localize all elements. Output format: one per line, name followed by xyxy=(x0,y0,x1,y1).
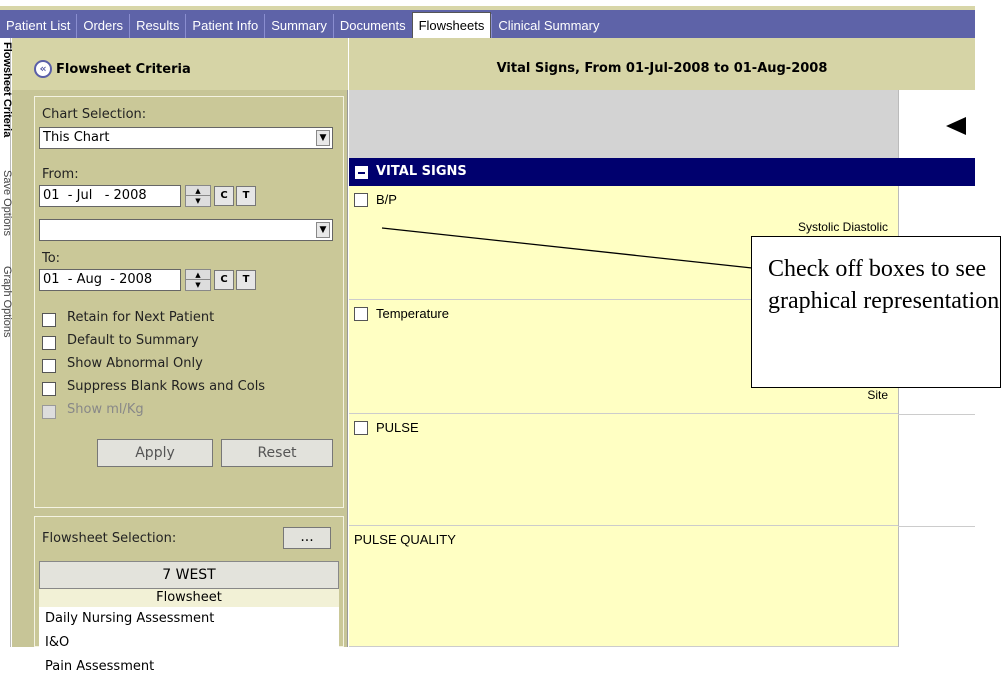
flowsheet-column-header-area xyxy=(349,90,898,158)
show-ml-kg-label: Show ml/Kg xyxy=(67,402,144,417)
flowsheet-selection-box: Flowsheet Selection: ... 7 WEST Flowshee… xyxy=(34,516,344,674)
dropdown-arrow-icon[interactable]: ▼ xyxy=(316,130,330,146)
to-c-button[interactable]: C xyxy=(214,270,234,290)
tab-orders[interactable]: Orders xyxy=(76,14,129,38)
divider xyxy=(898,414,975,415)
annotation-callout: Check off boxes to see graphical represe… xyxy=(751,236,1001,388)
tab-documents[interactable]: Documents xyxy=(332,14,412,38)
to-date-field[interactable]: 01 - Aug - 2008 xyxy=(39,269,181,291)
to-label: To: xyxy=(42,251,61,266)
from-t-button[interactable]: T xyxy=(236,186,256,206)
collapse-section-icon[interactable] xyxy=(355,166,368,179)
row-label-pulse-quality: PULSE QUALITY xyxy=(354,532,456,547)
row-sub-temperature: Site xyxy=(867,388,888,402)
divider xyxy=(898,526,975,527)
spin-up-icon[interactable]: ▲ xyxy=(186,270,210,280)
list-item[interactable]: Daily Nursing Assessment xyxy=(39,607,339,631)
flowsheet-title: Vital Signs, From 01-Jul-2008 to 01-Aug-… xyxy=(349,38,975,90)
apply-button[interactable]: Apply xyxy=(97,439,213,467)
criteria-panel-title: Flowsheet Criteria xyxy=(56,62,191,77)
spin-down-icon[interactable]: ▼ xyxy=(186,196,210,206)
criteria-panel-header: « Flowsheet Criteria xyxy=(12,38,348,90)
scroll-left-icon[interactable] xyxy=(946,117,966,135)
default-summary-checkbox[interactable] xyxy=(42,336,56,350)
row-pulse-quality: PULSE QUALITY xyxy=(349,526,898,647)
row-label-temperature: Temperature xyxy=(376,306,449,321)
reset-button[interactable]: Reset xyxy=(221,439,333,467)
tab-patient-info[interactable]: Patient Info xyxy=(185,14,264,38)
default-summary-label: Default to Summary xyxy=(67,333,199,348)
suppress-blank-checkbox[interactable] xyxy=(42,382,56,396)
from-c-button[interactable]: C xyxy=(214,186,234,206)
tab-clinical-summary[interactable]: Clinical Summary xyxy=(491,14,605,38)
tab-patient-list[interactable]: Patient List xyxy=(0,14,76,38)
flowsheet-group-header[interactable]: 7 WEST xyxy=(39,561,339,589)
chart-selection-label: Chart Selection: xyxy=(42,107,147,122)
tab-bar: Patient List Orders Results Patient Info… xyxy=(0,10,975,38)
chart-selection-value: This Chart xyxy=(43,130,110,145)
show-abnormal-label: Show Abnormal Only xyxy=(67,356,203,371)
pulse-checkbox[interactable] xyxy=(354,421,368,435)
criteria-box: Chart Selection: This Chart ▼ From: 01 -… xyxy=(34,96,344,508)
spin-down-icon[interactable]: ▼ xyxy=(186,280,210,290)
flowsheet-list: 7 WEST Flowsheet Daily Nursing Assessmen… xyxy=(39,561,339,674)
row-label-bp: B/P xyxy=(376,192,397,207)
from-date-field[interactable]: 01 - Jul - 2008 xyxy=(39,185,181,207)
flowsheet-column-header: Flowsheet xyxy=(39,589,339,607)
tab-results[interactable]: Results xyxy=(129,14,185,38)
list-item[interactable]: I&O xyxy=(39,631,339,655)
suppress-blank-label: Suppress Blank Rows and Cols xyxy=(67,379,266,394)
to-date-spinner[interactable]: ▲ ▼ xyxy=(185,269,211,291)
flowsheet-selection-label: Flowsheet Selection: xyxy=(42,531,177,546)
retain-next-patient-label: Retain for Next Patient xyxy=(67,310,215,325)
row-pulse: PULSE xyxy=(349,414,898,526)
temperature-checkbox[interactable] xyxy=(354,307,368,321)
show-abnormal-checkbox[interactable] xyxy=(42,359,56,373)
from-label: From: xyxy=(42,167,79,182)
flowsheet-more-button[interactable]: ... xyxy=(283,527,331,549)
row-label-pulse: PULSE xyxy=(376,420,419,435)
dropdown-arrow-icon[interactable]: ▼ xyxy=(316,222,330,238)
vital-signs-section-header[interactable]: VITAL SIGNS xyxy=(349,158,975,186)
retain-next-patient-checkbox[interactable] xyxy=(42,313,56,327)
date-range-combo[interactable]: ▼ xyxy=(39,219,333,241)
row-sub-bp: Systolic Diastolic xyxy=(797,220,888,234)
from-date-spinner[interactable]: ▲ ▼ xyxy=(185,185,211,207)
collapse-panel-icon[interactable]: « xyxy=(34,60,52,78)
tab-flowsheets[interactable]: Flowsheets xyxy=(411,12,492,38)
list-item[interactable]: Pain Assessment xyxy=(39,655,339,679)
spin-up-icon[interactable]: ▲ xyxy=(186,186,210,196)
vital-signs-section-label: VITAL SIGNS xyxy=(376,164,467,179)
tab-summary[interactable]: Summary xyxy=(264,14,333,38)
bp-checkbox[interactable] xyxy=(354,193,368,207)
criteria-panel: « Flowsheet Criteria Chart Selection: Th… xyxy=(12,38,348,674)
chart-selection-combo[interactable]: This Chart ▼ xyxy=(39,127,333,149)
to-t-button[interactable]: T xyxy=(236,270,256,290)
side-tab-strip: Flowsheet Criteria Save Options Graph Op… xyxy=(0,38,13,647)
show-ml-kg-checkbox xyxy=(42,405,56,419)
